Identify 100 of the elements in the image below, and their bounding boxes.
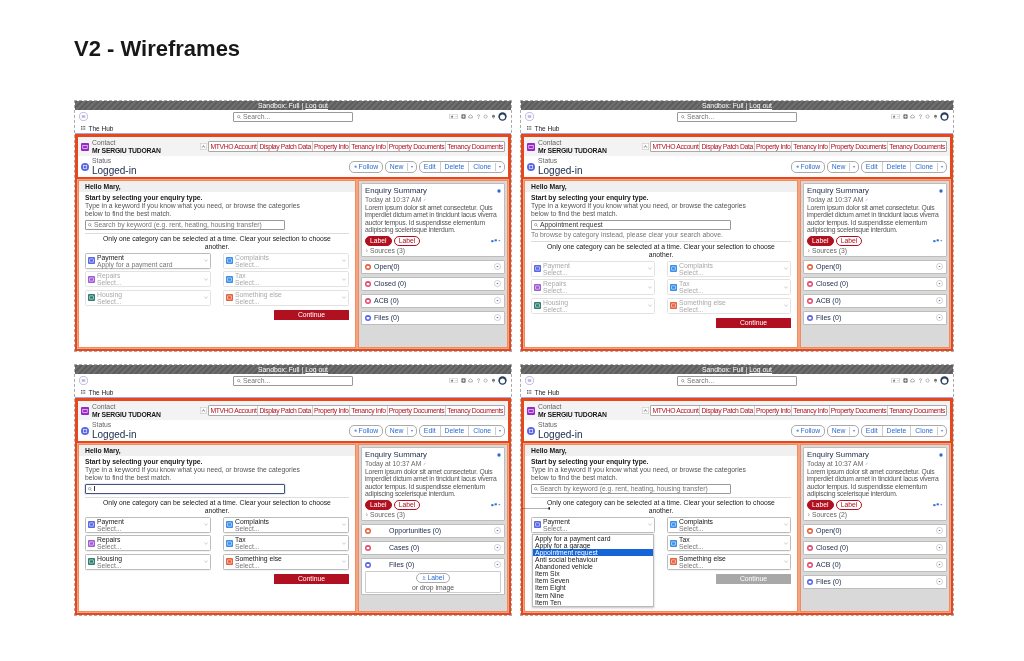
chevron-down-icon	[784, 523, 788, 527]
status-value: Logged-in	[538, 428, 583, 440]
hierarchy-icon[interactable]	[641, 407, 649, 414]
chevron-right-icon	[807, 512, 811, 517]
app-launcher-icon[interactable]	[527, 125, 532, 131]
feedback-icon[interactable]	[933, 503, 943, 507]
search-icon	[681, 378, 685, 383]
add-icon[interactable]	[902, 378, 908, 383]
expand-icon[interactable]	[494, 263, 501, 271]
chevron-down-icon	[342, 523, 346, 527]
caret-icon[interactable]	[495, 426, 504, 435]
favorites-icon[interactable]	[891, 114, 900, 119]
logo-icon[interactable]	[525, 112, 534, 121]
settings-icon[interactable]	[483, 378, 488, 383]
avatar-icon[interactable]	[498, 376, 507, 385]
bell-icon[interactable]	[932, 114, 938, 119]
logo-icon[interactable]	[79, 112, 88, 121]
expand-icon[interactable]	[494, 314, 501, 322]
house-icon[interactable]	[910, 378, 915, 383]
contact-icon	[527, 406, 535, 415]
avatar-icon[interactable]	[498, 112, 507, 121]
app-launcher-icon[interactable]	[527, 389, 532, 395]
favorites-icon[interactable]	[891, 378, 900, 383]
hierarchy-icon[interactable]	[199, 407, 207, 414]
search-icon	[534, 486, 538, 491]
search-icon	[88, 486, 92, 491]
help-icon[interactable]	[475, 114, 481, 119]
info-icon	[497, 188, 501, 193]
feedback-icon[interactable]	[491, 503, 501, 507]
expand-icon[interactable]	[936, 578, 943, 586]
expand-icon[interactable]	[936, 527, 943, 535]
expand-icon[interactable]	[936, 263, 943, 271]
plus-icon	[795, 428, 800, 433]
search-icon	[237, 378, 241, 383]
house-icon[interactable]	[468, 378, 473, 383]
info-icon	[939, 452, 943, 457]
settings-icon[interactable]	[925, 114, 930, 119]
feedback-icon[interactable]	[933, 239, 943, 243]
contact-icon	[81, 406, 89, 415]
favorites-icon[interactable]	[449, 378, 458, 383]
app-launcher-icon[interactable]	[81, 125, 86, 131]
house-icon[interactable]	[910, 114, 915, 119]
keyword-search-field[interactable]	[85, 483, 285, 494]
expand-icon[interactable]	[494, 280, 501, 288]
hierarchy-icon[interactable]	[199, 143, 207, 150]
house-icon[interactable]	[468, 114, 473, 119]
slide-title: V2 - Wireframes	[73, 35, 242, 63]
chevron-down-icon	[784, 560, 788, 564]
expand-icon[interactable]	[936, 280, 943, 288]
add-icon[interactable]	[460, 114, 466, 119]
info-icon	[497, 452, 501, 457]
hierarchy-icon[interactable]	[641, 143, 649, 150]
help-icon[interactable]	[475, 378, 481, 383]
chevron-right-icon	[365, 512, 369, 517]
logo-icon[interactable]	[525, 376, 534, 385]
chevron-down-icon	[342, 560, 346, 564]
expand-icon[interactable]	[494, 544, 501, 552]
avatar-icon[interactable]	[940, 112, 949, 121]
chevron-down-icon	[342, 277, 346, 281]
expand-icon[interactable]	[494, 561, 501, 569]
plus-icon	[795, 164, 800, 169]
add-icon[interactable]	[460, 378, 466, 383]
expand-icon[interactable]	[494, 527, 501, 535]
plus-icon	[353, 428, 358, 433]
status-icon	[527, 426, 535, 435]
avatar-icon[interactable]	[940, 376, 949, 385]
settings-icon[interactable]	[483, 114, 488, 119]
info-icon	[939, 188, 943, 193]
favorites-icon[interactable]	[449, 114, 458, 119]
feedback-icon[interactable]	[491, 239, 501, 243]
chevron-down-icon	[784, 267, 788, 271]
expand-icon[interactable]	[936, 561, 943, 569]
caret-icon[interactable]	[937, 426, 946, 435]
chevron-down-icon	[204, 523, 208, 527]
chevron-down-icon	[784, 541, 788, 545]
bell-icon[interactable]	[490, 114, 496, 119]
bell-icon[interactable]	[932, 378, 938, 383]
contact-icon	[527, 142, 535, 151]
bell-icon[interactable]	[490, 378, 496, 383]
settings-icon[interactable]	[925, 378, 930, 383]
expand-icon[interactable]	[494, 297, 501, 305]
upload-icon	[421, 575, 426, 580]
help-icon[interactable]	[917, 114, 923, 119]
chevron-down-icon	[648, 267, 652, 271]
caret-icon[interactable]	[937, 162, 946, 171]
plus-icon	[353, 164, 358, 169]
search-icon	[681, 114, 685, 119]
expand-icon[interactable]	[936, 297, 943, 305]
status-icon	[81, 162, 89, 171]
logo-icon[interactable]	[79, 376, 88, 385]
app-launcher-icon[interactable]	[81, 389, 86, 395]
caret-icon[interactable]	[495, 162, 504, 171]
contact-icon	[81, 142, 89, 151]
help-icon[interactable]	[917, 378, 923, 383]
expand-icon[interactable]	[936, 544, 943, 552]
chevron-down-icon	[204, 541, 208, 545]
expand-icon[interactable]	[936, 314, 943, 322]
add-icon[interactable]	[902, 114, 908, 119]
chevron-down-icon	[648, 285, 652, 289]
status-value: Logged-in	[538, 164, 583, 176]
